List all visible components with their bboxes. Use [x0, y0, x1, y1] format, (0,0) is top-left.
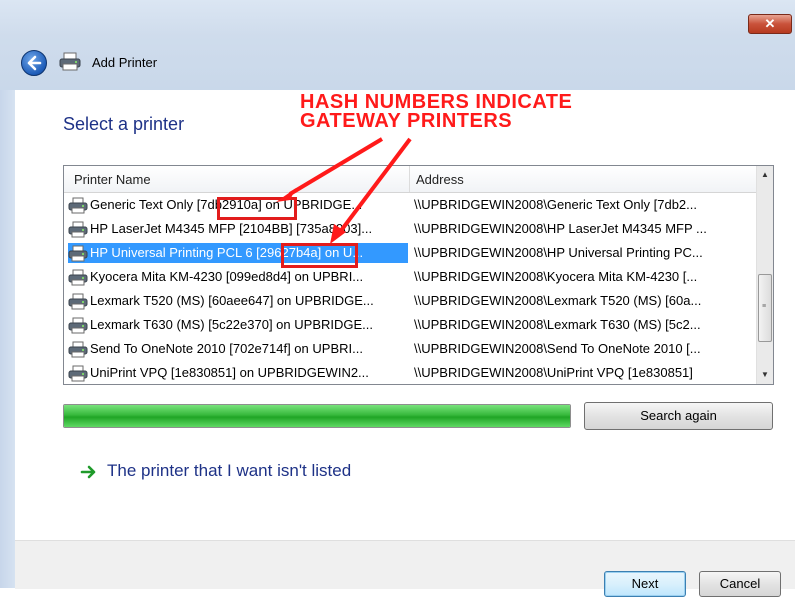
- annotation-arrowhead-1: [276, 188, 296, 202]
- annotation-arrow-1: [288, 137, 384, 196]
- add-printer-window: ✕ Add Printer Select a printer HASH NUMB…: [0, 0, 795, 597]
- cancel-button[interactable]: Cancel: [699, 571, 781, 597]
- next-button[interactable]: Next: [604, 571, 686, 597]
- annotation-arrow-2: [338, 137, 412, 234]
- annotation-arrows: [276, 137, 412, 244]
- progress-fill: [64, 405, 570, 427]
- search-again-button[interactable]: Search again: [584, 402, 773, 430]
- green-arrow-icon[interactable]: [80, 463, 98, 481]
- search-progress-bar: [63, 404, 571, 428]
- printer-not-listed-link[interactable]: The printer that I want isn't listed: [107, 461, 351, 481]
